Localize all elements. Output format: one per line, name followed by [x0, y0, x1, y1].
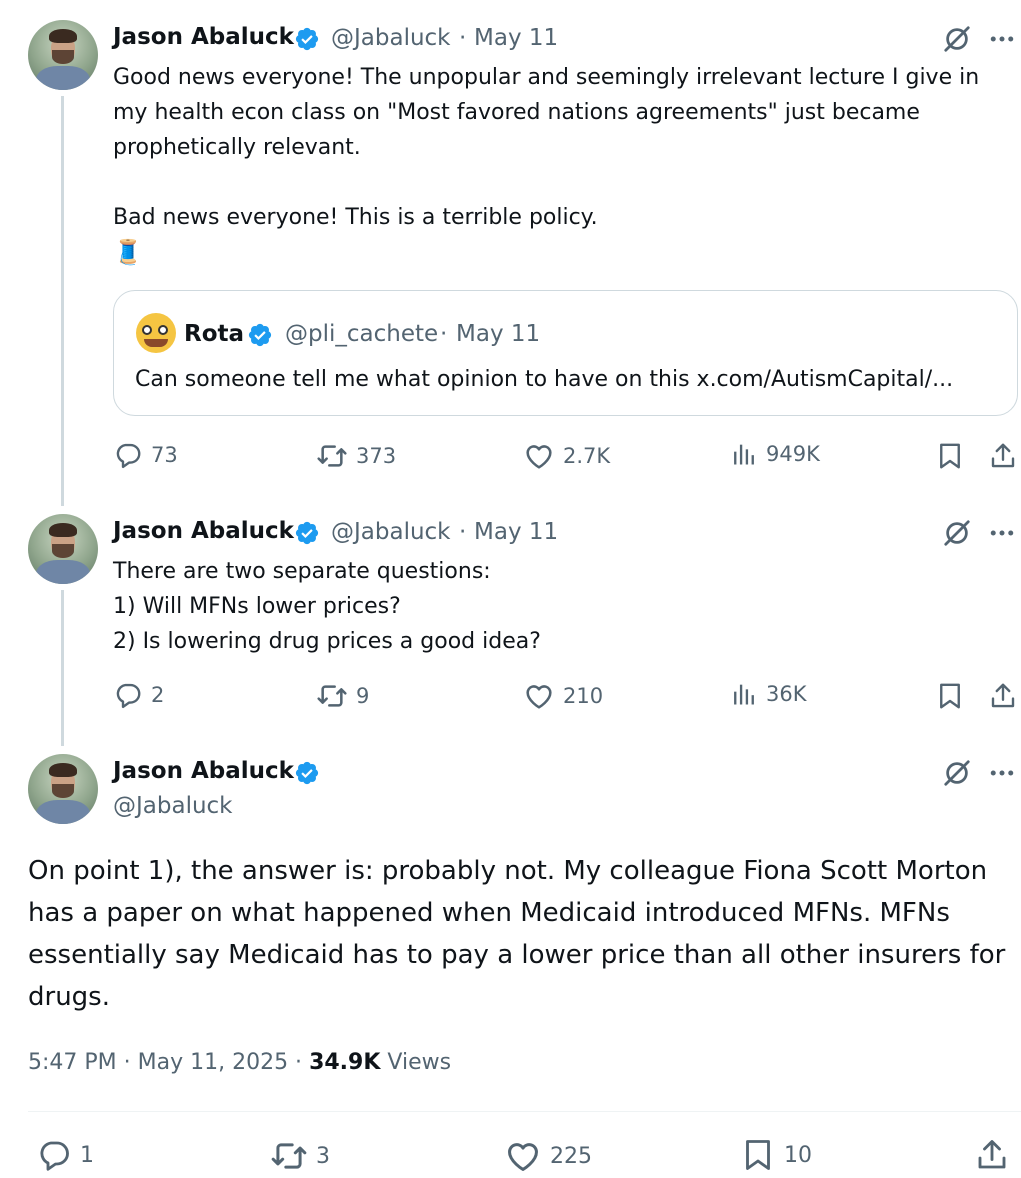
- main-tweet-text: On point 1), the answer is: probably not…: [28, 856, 1006, 1012]
- bookmark-icon[interactable]: [935, 681, 965, 711]
- divider: [28, 1111, 1021, 1112]
- views-icon: [730, 680, 758, 708]
- reply-icon: [113, 680, 143, 710]
- tweet-date[interactable]: May 11: [474, 25, 558, 51]
- views-count: 949K: [766, 442, 820, 466]
- repost-icon: [316, 440, 348, 472]
- avatar[interactable]: [28, 20, 98, 90]
- like-button[interactable]: 2.7K: [523, 440, 610, 472]
- like-button[interactable]: 210: [523, 680, 603, 712]
- more-icon[interactable]: [987, 518, 1017, 548]
- avatar[interactable]: [28, 754, 98, 824]
- thread-line: [61, 590, 64, 746]
- repost-button[interactable]: 3: [270, 1137, 330, 1175]
- grok-icon[interactable]: [942, 758, 972, 788]
- verified-badge-icon: [294, 760, 320, 786]
- author-handle[interactable]: @Jabaluck: [331, 519, 451, 545]
- like-icon: [523, 680, 555, 712]
- separator-dot: ·: [459, 519, 467, 545]
- share-icon[interactable]: [988, 681, 1018, 711]
- more-icon[interactable]: [987, 758, 1017, 788]
- thread-line: [61, 96, 64, 506]
- quoted-author-handle[interactable]: @pli_cachete: [285, 321, 438, 347]
- like-count: 210: [563, 684, 604, 708]
- author-name[interactable]: Jason Abaluck: [113, 758, 294, 784]
- views-button[interactable]: 949K: [730, 440, 820, 468]
- reply-icon: [113, 440, 143, 470]
- reply-button[interactable]: 2: [113, 680, 164, 710]
- author-handle[interactable]: @Jabaluck: [331, 25, 451, 51]
- like-button[interactable]: 225: [504, 1137, 592, 1175]
- repost-count: 9: [356, 684, 370, 708]
- share-icon[interactable]: [974, 1137, 1010, 1173]
- tweet-time[interactable]: 5:47 PM · May 11, 2025 ·: [28, 1050, 309, 1075]
- reply-count: 73: [151, 443, 178, 467]
- repost-button[interactable]: 373: [316, 440, 396, 472]
- grok-icon[interactable]: [942, 24, 972, 54]
- separator-dot: ·: [440, 321, 448, 347]
- repost-icon: [270, 1137, 308, 1175]
- author-name[interactable]: Jason Abaluck: [113, 24, 294, 50]
- author-name[interactable]: Jason Abaluck: [113, 518, 294, 544]
- like-icon: [504, 1137, 542, 1175]
- share-icon[interactable]: [988, 441, 1018, 471]
- like-count: 2.7K: [563, 444, 611, 468]
- tweet-timestamp: 5:47 PM · May 11, 2025 · 34.9K Views: [28, 1050, 451, 1075]
- verified-badge-icon: [247, 322, 273, 348]
- views-count: 36K: [766, 682, 807, 706]
- quoted-author-name[interactable]: Rota: [184, 321, 244, 347]
- repost-count: 3: [316, 1143, 330, 1169]
- tweet-text: Good news everyone! The unpopular and se…: [113, 65, 980, 230]
- tweet-date[interactable]: May 11: [474, 519, 558, 545]
- bookmark-icon[interactable]: [935, 441, 965, 471]
- views-total: 34.9K: [309, 1050, 381, 1075]
- views-label: Views: [380, 1050, 452, 1075]
- avatar[interactable]: [28, 514, 98, 584]
- bookmark-icon: [740, 1137, 776, 1173]
- reply-button[interactable]: 1: [36, 1137, 94, 1173]
- repost-count: 373: [356, 444, 397, 468]
- grok-icon[interactable]: [942, 518, 972, 548]
- like-count: 225: [550, 1143, 592, 1169]
- reply-count: 2: [151, 683, 165, 707]
- verified-badge-icon: [294, 520, 320, 546]
- like-icon: [523, 440, 555, 472]
- tweet-text: There are two separate questions: 1) Wil…: [113, 559, 541, 654]
- reply-icon: [36, 1137, 72, 1173]
- views-button[interactable]: 36K: [730, 680, 807, 708]
- repost-button[interactable]: 9: [316, 680, 369, 712]
- reply-count: 1: [80, 1142, 94, 1168]
- quoted-avatar[interactable]: [136, 313, 176, 353]
- author-handle[interactable]: @Jabaluck: [113, 793, 233, 819]
- quoted-tweet-text: Can someone tell me what opinion to have…: [135, 367, 954, 392]
- verified-badge-icon: [294, 26, 320, 52]
- quoted-tweet[interactable]: Rota @pli_cachete · May 11 Can someone t…: [113, 290, 1018, 416]
- more-icon[interactable]: [987, 24, 1017, 54]
- repost-icon: [316, 680, 348, 712]
- thread-emoji: 🧵: [113, 238, 143, 266]
- bookmark-count: 10: [784, 1142, 812, 1168]
- quoted-tweet-date[interactable]: May 11: [456, 321, 540, 347]
- bookmark-button[interactable]: 10: [740, 1137, 812, 1173]
- reply-button[interactable]: 73: [113, 440, 178, 470]
- separator-dot: ·: [459, 25, 467, 51]
- views-icon: [730, 440, 758, 468]
